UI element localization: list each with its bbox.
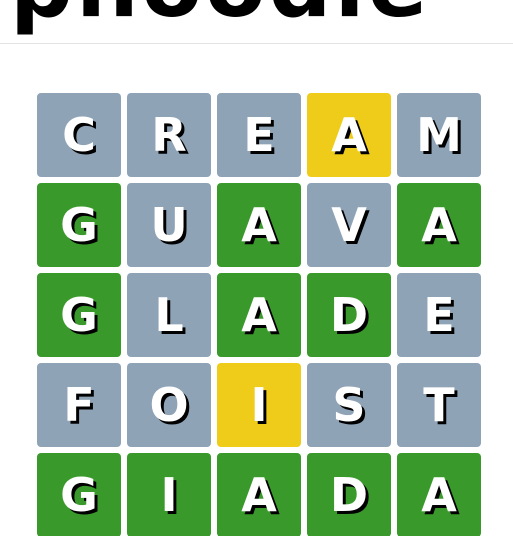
tile-r2-c3-correct: A — [217, 183, 301, 267]
tile-letter: V — [331, 198, 367, 252]
tile-r5-c3-correct: A — [217, 453, 301, 536]
tile-r2-c4-absent: V — [307, 183, 391, 267]
tile-letter: A — [241, 468, 277, 522]
tile-letter: E — [423, 288, 455, 342]
tile-letter: U — [150, 198, 188, 252]
tile-r2-c1-correct: G — [37, 183, 121, 267]
tile-r5-c5-correct: A — [397, 453, 481, 536]
tile-r4-c1-absent: F — [37, 363, 121, 447]
tile-letter: E — [243, 108, 275, 162]
tile-letter: R — [151, 108, 187, 162]
tile-letter: G — [60, 288, 98, 342]
tile-letter: C — [62, 108, 96, 162]
tile-r5-c4-correct: D — [307, 453, 391, 536]
tile-letter: S — [332, 378, 366, 432]
logo: phoodle — [10, 0, 430, 30]
tile-r1-c1-absent: C — [37, 93, 121, 177]
tile-r1-c3-absent: E — [217, 93, 301, 177]
tile-r3-c3-correct: A — [217, 273, 301, 357]
game-board: CREAMGUAVAGLADEFOISTGIADA — [37, 93, 481, 536]
tile-letter: A — [241, 198, 277, 252]
tile-letter: A — [421, 198, 457, 252]
tile-r3-c1-correct: G — [37, 273, 121, 357]
tile-letter: F — [63, 378, 95, 432]
tile-r1-c4-present: A — [307, 93, 391, 177]
tile-r1-c2-absent: R — [127, 93, 211, 177]
tile-r4-c5-absent: T — [397, 363, 481, 447]
tile-r3-c5-absent: E — [397, 273, 481, 357]
tile-r2-c5-correct: A — [397, 183, 481, 267]
tile-r3-c4-correct: D — [307, 273, 391, 357]
tile-letter: L — [154, 288, 184, 342]
tile-r5-c2-correct: I — [127, 453, 211, 536]
tile-letter: I — [250, 378, 268, 432]
tile-r2-c2-absent: U — [127, 183, 211, 267]
tile-r3-c2-absent: L — [127, 273, 211, 357]
tile-letter: I — [160, 468, 178, 522]
tile-letter: M — [416, 108, 462, 162]
tile-letter: G — [60, 198, 98, 252]
tile-letter: T — [423, 378, 455, 432]
tile-letter: D — [329, 468, 369, 522]
tile-letter: A — [331, 108, 367, 162]
tile-letter: G — [60, 468, 98, 522]
tile-letter: A — [421, 468, 457, 522]
tile-r5-c1-correct: G — [37, 453, 121, 536]
tile-r1-c5-absent: M — [397, 93, 481, 177]
game-page: phoodle CREAMGUAVAGLADEFOISTGIADA — [0, 0, 513, 536]
tile-r4-c3-present: I — [217, 363, 301, 447]
tile-letter: O — [149, 378, 189, 432]
tile-letter: D — [329, 288, 369, 342]
tile-r4-c2-absent: O — [127, 363, 211, 447]
tile-r4-c4-absent: S — [307, 363, 391, 447]
header: phoodle — [0, 0, 513, 44]
tile-letter: A — [241, 288, 277, 342]
